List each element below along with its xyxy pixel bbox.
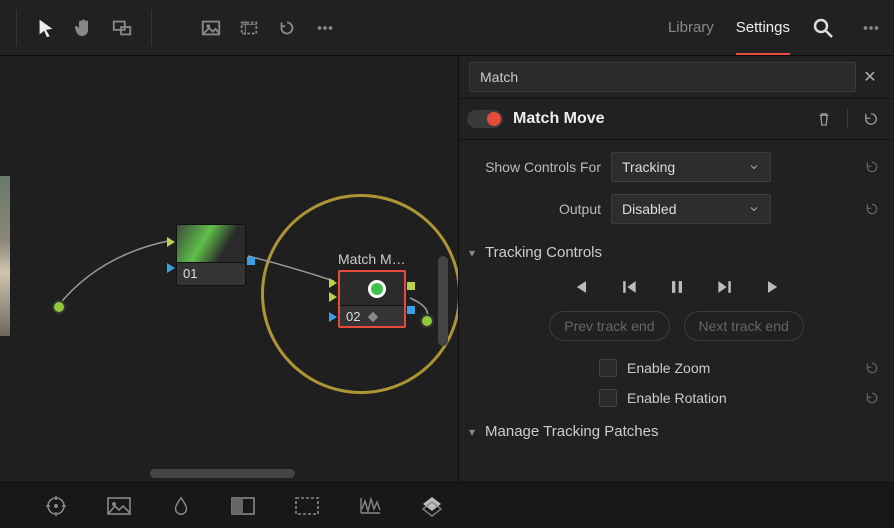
section-manage-patches[interactable]: ▾ Manage Tracking Patches [459, 413, 894, 446]
output-label: Output [473, 201, 601, 217]
keyframe-icon [366, 310, 380, 324]
node-02-label: 02 [346, 309, 360, 324]
enable-rotation-checkbox[interactable] [599, 389, 617, 407]
node-01-input-b[interactable] [167, 263, 175, 273]
node-graph[interactable]: 01 Match M… 02 [0, 56, 458, 482]
reset-all-icon[interactable] [862, 110, 880, 128]
rect-select-tool[interactable] [103, 9, 141, 47]
prev-track-end-button[interactable]: Prev track end [549, 311, 669, 341]
enable-rotation-label: Enable Rotation [627, 390, 727, 406]
mask-rect-icon[interactable] [294, 495, 320, 517]
show-controls-value: Tracking [622, 159, 675, 175]
step-forward-button[interactable] [715, 277, 735, 297]
playback-controls [459, 267, 894, 311]
node-02-input-y1[interactable] [329, 278, 337, 288]
node-02-preview [340, 272, 404, 306]
show-controls-label: Show Controls For [473, 159, 601, 175]
tab-library[interactable]: Library [668, 0, 714, 55]
hand-tool[interactable] [65, 9, 103, 47]
chevron-down-icon: ▾ [469, 425, 475, 439]
tool-group-left [0, 9, 344, 47]
node-01-label: 01 [177, 263, 245, 284]
node-02[interactable]: 02 [338, 270, 406, 328]
chevron-down-icon [748, 161, 760, 173]
more-tools[interactable] [306, 9, 344, 47]
inspector-panel: ✕ Match Move Show Controls For Tracking [458, 56, 894, 482]
section-tracking-controls[interactable]: ▾ Tracking Controls [459, 234, 894, 267]
search-icon[interactable] [798, 16, 848, 40]
trash-icon[interactable] [815, 110, 833, 128]
layers-diamond-icon[interactable] [420, 494, 444, 518]
chevron-down-icon: ▾ [469, 246, 475, 260]
node-01-output[interactable] [247, 257, 255, 265]
node-01[interactable]: 01 [176, 224, 246, 286]
arrow-tool[interactable] [27, 9, 65, 47]
reset-output-icon[interactable] [864, 201, 880, 217]
image-page-icon[interactable] [106, 495, 132, 517]
node-02-footer: 02 [340, 306, 404, 327]
output-dropdown[interactable]: Disabled [611, 194, 771, 224]
bottom-toolbar [0, 482, 894, 528]
node-02-output-b[interactable] [407, 306, 415, 314]
track-forward-button[interactable] [763, 277, 783, 297]
enable-zoom-label: Enable Zoom [627, 360, 710, 376]
crop-tool[interactable] [230, 9, 268, 47]
top-right: Library Settings [660, 0, 894, 55]
track-reverse-button[interactable] [571, 277, 591, 297]
image-tool[interactable] [192, 9, 230, 47]
reset-rotation-icon[interactable] [864, 390, 880, 406]
chevron-down-icon [748, 203, 760, 215]
scope-target-icon[interactable] [44, 494, 68, 518]
show-controls-dropdown[interactable]: Tracking [611, 152, 771, 182]
node-links [38, 56, 458, 482]
node-title: Match Move [513, 110, 605, 128]
tracker-marker-icon [368, 280, 386, 298]
node-02-input-b[interactable] [329, 312, 337, 322]
node-enable-toggle[interactable] [467, 110, 503, 128]
reset-show-controls-icon[interactable] [864, 159, 880, 175]
node-01-input-y[interactable] [167, 237, 175, 247]
history-tool[interactable] [268, 9, 306, 47]
top-toolbar: Library Settings [0, 0, 894, 56]
output-value: Disabled [622, 201, 676, 217]
next-track-end-button[interactable]: Next track end [684, 311, 804, 341]
graph-scrollbar-horizontal[interactable] [150, 469, 295, 478]
node-01-thumbnail [177, 225, 245, 263]
pause-button[interactable] [667, 277, 687, 297]
settings-search-input[interactable] [469, 62, 856, 92]
graph-scrollbar-vertical[interactable] [438, 256, 448, 346]
tracking-controls-label: Tracking Controls [485, 244, 602, 261]
inspector-tabs: Library Settings [660, 0, 798, 55]
panel-menu-icon[interactable] [848, 17, 894, 39]
gradient-page-icon[interactable] [230, 495, 256, 517]
node-02-output-y[interactable] [407, 282, 415, 290]
node-02-title: Match M… [338, 251, 406, 267]
color-drop-icon[interactable] [170, 495, 192, 517]
graph-endpoint-left[interactable] [52, 300, 66, 314]
reset-zoom-icon[interactable] [864, 360, 880, 376]
step-back-button[interactable] [619, 277, 639, 297]
media-thumbnail-strip [0, 176, 10, 336]
clear-search-icon[interactable]: ✕ [856, 67, 884, 87]
curves-icon[interactable] [358, 495, 382, 517]
node-02-input-y2[interactable] [329, 292, 337, 302]
tab-settings[interactable]: Settings [736, 0, 790, 55]
graph-endpoint-right[interactable] [420, 314, 434, 328]
enable-zoom-checkbox[interactable] [599, 359, 617, 377]
manage-patches-label: Manage Tracking Patches [485, 423, 658, 440]
